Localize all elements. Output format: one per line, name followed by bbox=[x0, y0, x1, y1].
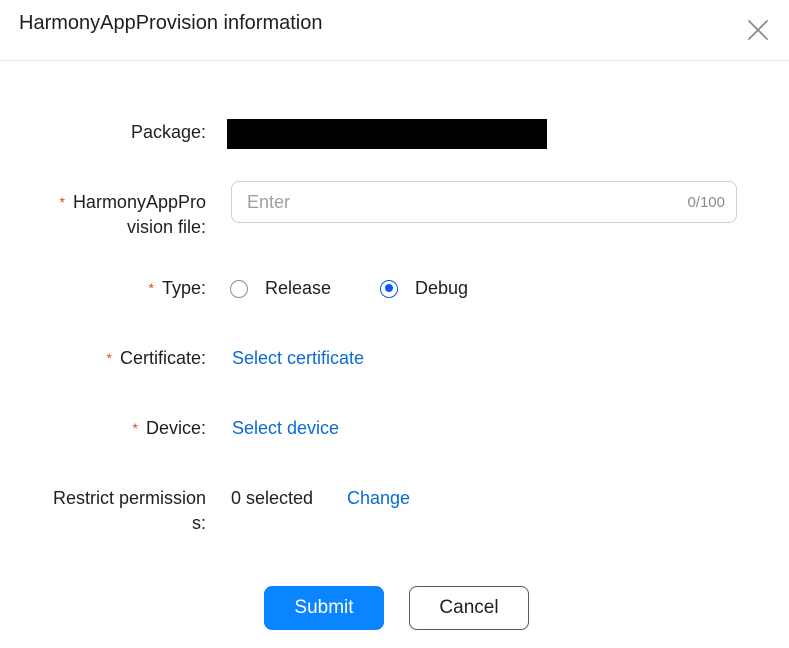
radio-debug-circle[interactable] bbox=[380, 279, 398, 298]
type-label: * Type: bbox=[149, 276, 206, 301]
radio-release[interactable]: Release bbox=[230, 276, 331, 301]
permissions-selected-count: 0 selected bbox=[231, 488, 314, 508]
package-label: Package: bbox=[131, 120, 206, 145]
provision-file-input-box: 0/100 bbox=[231, 181, 737, 223]
restrict-permissions-label: Restrict permission s: bbox=[36, 486, 206, 536]
radio-debug-label: Debug bbox=[415, 278, 469, 298]
close-icon bbox=[748, 20, 768, 40]
type-label-text: Type: bbox=[161, 278, 206, 298]
provision-dialog: HarmonyAppProvision information Package:… bbox=[0, 0, 789, 648]
character-counter: 0/100 bbox=[687, 194, 725, 211]
radio-release-circle[interactable] bbox=[230, 279, 248, 298]
required-mark: * bbox=[106, 350, 112, 366]
provision-file-label-line1: HarmonyAppPro bbox=[72, 192, 206, 212]
device-label-text: Device: bbox=[145, 418, 206, 438]
submit-button[interactable]: Submit bbox=[264, 586, 384, 630]
radio-release-label: Release bbox=[265, 278, 332, 298]
provision-file-label-line2: vision file: bbox=[126, 217, 206, 237]
dialog-header: HarmonyAppProvision information bbox=[0, 0, 789, 61]
certificate-label: * Certificate: bbox=[107, 346, 206, 371]
required-mark: * bbox=[59, 194, 65, 210]
restrict-permissions-label-line2: s: bbox=[191, 513, 206, 533]
device-label: * Device: bbox=[133, 416, 206, 441]
required-mark: * bbox=[148, 280, 154, 296]
close-button[interactable] bbox=[746, 18, 770, 42]
dialog-title: HarmonyAppProvision information bbox=[19, 12, 323, 34]
provision-file-input[interactable] bbox=[247, 182, 667, 222]
package-value-redacted bbox=[227, 119, 547, 149]
select-device-link[interactable]: Select device bbox=[232, 416, 339, 441]
required-mark: * bbox=[132, 420, 138, 436]
select-certificate-link[interactable]: Select certificate bbox=[232, 346, 364, 371]
provision-file-label: * HarmonyAppPro vision file: bbox=[36, 190, 206, 240]
certificate-label-text: Certificate: bbox=[119, 348, 206, 368]
restrict-permissions-label-line1: Restrict permission bbox=[52, 488, 206, 508]
package-label-text: Package: bbox=[130, 122, 206, 142]
change-permissions-link[interactable]: Change bbox=[347, 486, 410, 511]
cancel-button[interactable]: Cancel bbox=[409, 586, 529, 630]
radio-debug[interactable]: Debug bbox=[380, 276, 468, 301]
